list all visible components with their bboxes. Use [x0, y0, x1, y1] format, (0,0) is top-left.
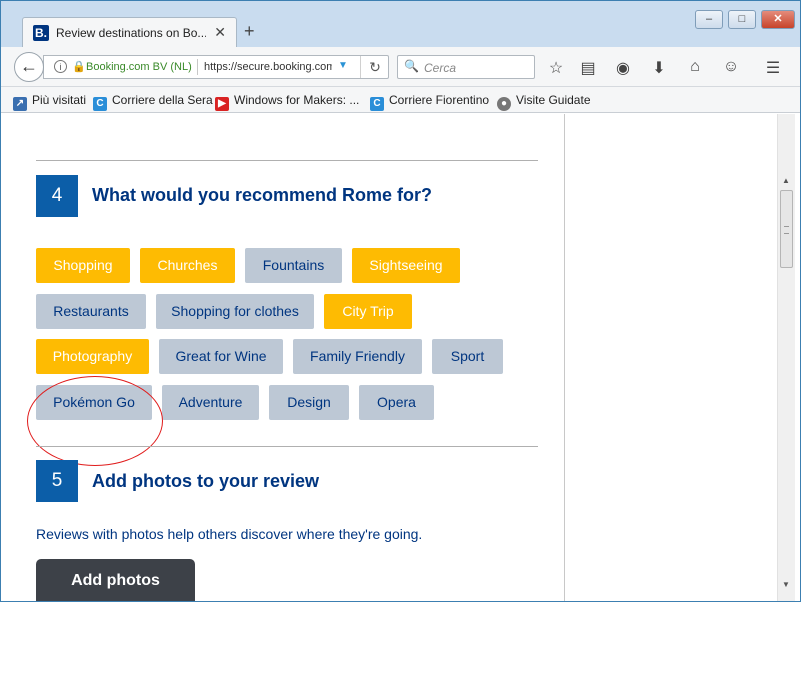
tag-opera[interactable]: Opera — [359, 385, 434, 420]
scroll-up-icon[interactable]: ▲ — [782, 176, 790, 185]
step-description: Reviews with photos help others discover… — [36, 526, 423, 542]
download-icon[interactable]: ⬇ — [649, 58, 669, 78]
bookmark-item[interactable]: C Corriere Fiorentino — [370, 93, 489, 111]
navigation-bar: i 🔒 Booking.com BV (NL) https://secure.b… — [1, 47, 800, 87]
section-divider — [36, 160, 538, 161]
globe-icon: ● — [497, 97, 511, 111]
bookmark-item[interactable]: ● Visite Guidate — [497, 93, 591, 111]
youtube-icon: ▶ — [215, 97, 229, 111]
bookmark-label: Corriere Fiorentino — [389, 93, 490, 107]
scroll-down-icon[interactable]: ▼ — [782, 580, 790, 589]
lock-icon: 🔒 — [72, 61, 86, 73]
tag-great-for-wine[interactable]: Great for Wine — [159, 339, 283, 374]
url-separator — [197, 59, 198, 75]
bookmark-label: Visite Guidate — [516, 93, 591, 107]
corriere-icon: C — [370, 97, 384, 111]
browser-tab[interactable]: B. Review destinations on Bo... ✕ — [22, 17, 237, 47]
tag-design[interactable]: Design — [269, 385, 349, 420]
tag-pokemon-go[interactable]: Pokémon Go — [36, 385, 152, 420]
tag-churches[interactable]: Churches — [140, 248, 235, 283]
page-content: 4 What would you recommend Rome for? Sho… — [1, 114, 800, 601]
add-photos-button[interactable]: Add photos — [36, 559, 195, 601]
tag-sightseeing[interactable]: Sightseeing — [352, 248, 460, 283]
section-divider — [36, 446, 538, 447]
url-text[interactable]: https://secure.booking.com — [204, 61, 332, 73]
tag-city-trip[interactable]: City Trip — [324, 294, 412, 329]
smiley-icon[interactable]: ☺ — [721, 58, 741, 76]
search-icon: 🔍 — [404, 59, 419, 73]
maximize-button[interactable]: □ — [728, 10, 756, 29]
info-icon[interactable]: i — [54, 60, 67, 73]
tag-shopping-for-clothes[interactable]: Shopping for clothes — [156, 294, 314, 329]
booking-favicon-icon: B. — [33, 25, 49, 41]
back-button[interactable]: ← — [14, 52, 44, 82]
address-bar[interactable]: i 🔒 Booking.com BV (NL) https://secure.b… — [43, 55, 389, 79]
tag-family-friendly[interactable]: Family Friendly — [293, 339, 422, 374]
new-tab-icon[interactable]: + — [244, 21, 255, 42]
url-dropdown-icon[interactable]: ▼ — [338, 60, 348, 71]
home-icon[interactable]: ⌂ — [685, 58, 705, 76]
step-title: Add photos to your review — [92, 471, 320, 491]
bookmark-item[interactable]: ▶ Windows for Makers: ... — [215, 93, 359, 111]
menu-icon[interactable]: ☰ — [763, 58, 783, 78]
corriere-icon: C — [93, 97, 107, 111]
site-identity[interactable]: Booking.com BV (NL) — [86, 61, 192, 73]
browser-window: B. Review destinations on Bo... ✕ + – □ … — [0, 0, 801, 602]
pocket-icon[interactable]: ◉ — [613, 58, 633, 78]
bookmark-label: Windows for Makers: ... — [234, 93, 360, 107]
tag-restaurants[interactable]: Restaurants — [36, 294, 146, 329]
reading-list-icon[interactable]: ▤ — [578, 58, 598, 78]
tab-close-icon[interactable]: ✕ — [214, 24, 226, 41]
tag-sport[interactable]: Sport — [432, 339, 503, 374]
step-title: What would you recommend Rome for? — [92, 185, 433, 205]
tag-photography[interactable]: Photography — [36, 339, 149, 374]
tag-fountains[interactable]: Fountains — [245, 248, 342, 283]
close-window-button[interactable]: ✕ — [761, 10, 795, 29]
star-icon[interactable]: ☆ — [546, 58, 566, 78]
tag-shopping[interactable]: Shopping — [36, 248, 130, 283]
sidebar-divider — [564, 114, 565, 601]
step-number-badge: 5 — [36, 460, 78, 502]
reload-icon[interactable]: ↻ — [360, 56, 389, 78]
title-bar: B. Review destinations on Bo... ✕ + – □ … — [1, 1, 800, 47]
tag-adventure[interactable]: Adventure — [162, 385, 259, 420]
vertical-scrollbar[interactable]: ▲ ▼ — [777, 114, 795, 601]
bookmark-item[interactable]: C Corriere della Sera — [93, 93, 213, 111]
search-input[interactable]: 🔍 Cerca — [397, 55, 535, 79]
bookmark-item[interactable]: ↗ Più visitati — [13, 93, 86, 111]
bookmarks-toolbar: ↗ Più visitati C Corriere della Sera ▶ Wind… — [1, 87, 800, 113]
step-number-badge: 4 — [36, 175, 78, 217]
search-placeholder: Cerca — [424, 61, 457, 75]
bookmark-label: Più visitati — [32, 93, 87, 107]
tab-title: Review destinations on Bo... — [56, 26, 206, 40]
scrollbar-thumb[interactable] — [780, 190, 793, 268]
most-visited-icon: ↗ — [13, 97, 27, 111]
bookmark-label: Corriere della Sera — [112, 93, 213, 107]
minimize-button[interactable]: – — [695, 10, 723, 29]
